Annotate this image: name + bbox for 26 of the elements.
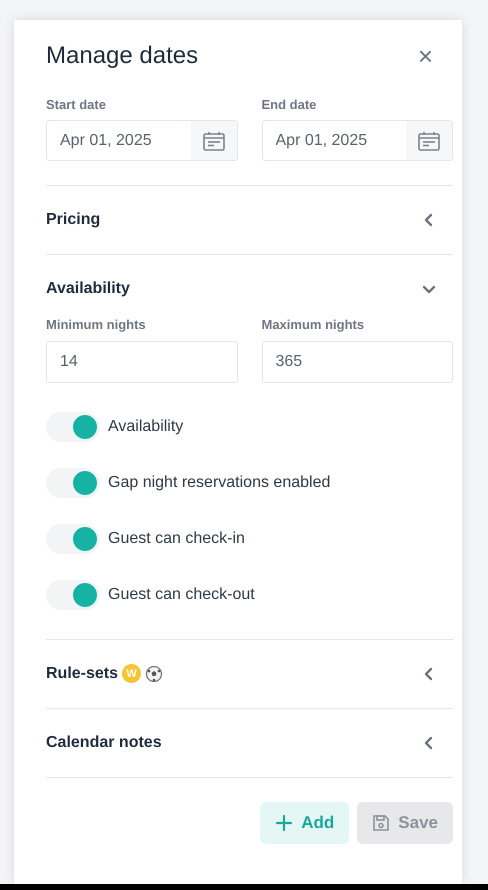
section-title[interactable]: Availability <box>46 277 130 302</box>
toggle-switch[interactable] <box>46 412 100 442</box>
field-label: Start date <box>46 96 107 114</box>
save-icon <box>372 814 390 832</box>
toggle-switch[interactable] <box>46 468 100 498</box>
toggle-switch[interactable] <box>46 580 100 610</box>
dialog-title: Manage dates <box>46 42 198 71</box>
field-label: Maximum nights <box>262 316 366 334</box>
toggle-label: Availability <box>108 416 184 437</box>
calendar-icon <box>202 130 224 151</box>
close-button[interactable]: × <box>414 43 437 70</box>
toggle-label: Guest can check-in <box>108 528 245 549</box>
toggle-label: Gap night reservations enabled <box>108 472 330 493</box>
plus-icon <box>275 814 294 832</box>
section-title[interactable]: Calendar notes <box>46 730 162 755</box>
calendar-icon <box>418 130 440 151</box>
field-label: End date <box>262 96 318 114</box>
ball-icon <box>145 664 164 683</box>
toggle-switch[interactable] <box>46 524 100 554</box>
section-title[interactable]: Rule-sets <box>46 662 118 686</box>
section-title[interactable]: Pricing <box>46 208 100 232</box>
number-field[interactable]: 14 <box>46 340 238 383</box>
number-field[interactable]: 365 <box>262 340 453 383</box>
status-badge: W <box>122 664 142 684</box>
field-label: Minimum nights <box>46 316 147 334</box>
toggle-label: Guest can check-out <box>108 584 255 605</box>
